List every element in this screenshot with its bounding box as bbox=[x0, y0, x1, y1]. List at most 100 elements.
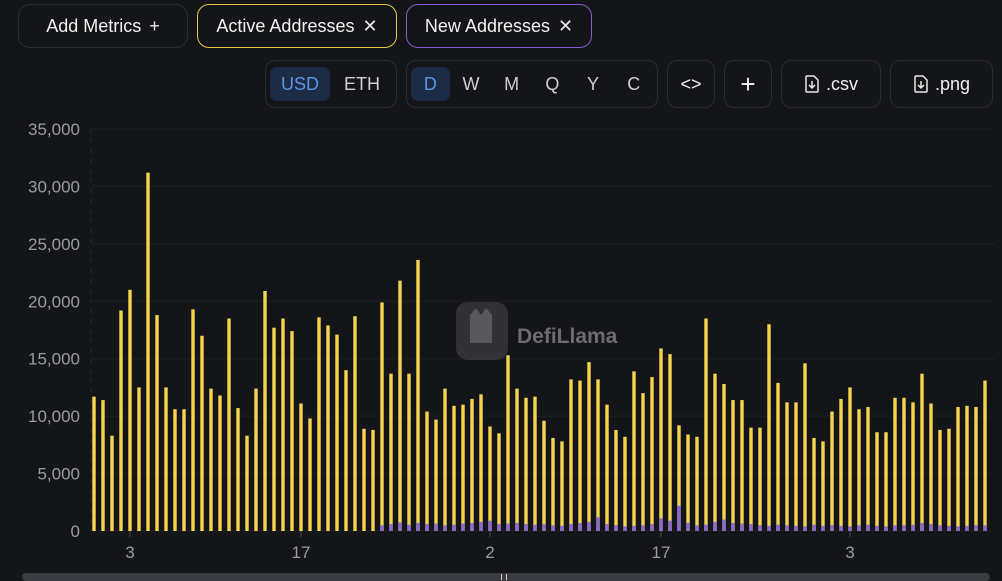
active-addresses-bar bbox=[641, 393, 645, 531]
close-icon[interactable]: ✕ bbox=[558, 17, 573, 35]
active-addresses-bar bbox=[326, 325, 330, 531]
period-c[interactable]: C bbox=[614, 67, 653, 101]
active-addresses-bar bbox=[182, 409, 186, 531]
period-d[interactable]: D bbox=[411, 67, 450, 101]
new-addresses-bar bbox=[749, 524, 753, 531]
new-addresses-bar bbox=[488, 520, 492, 531]
add-metrics-button[interactable]: Add Metrics + bbox=[18, 4, 188, 48]
active-addresses-bar bbox=[389, 373, 393, 531]
scroll-handle[interactable] bbox=[501, 574, 507, 580]
plus-icon: + bbox=[149, 16, 160, 36]
new-addresses-bar bbox=[983, 525, 987, 531]
active-addresses-bar bbox=[128, 289, 132, 531]
active-addresses-bar bbox=[470, 398, 474, 531]
active-addresses-bar bbox=[497, 433, 501, 531]
active-addresses-bar bbox=[758, 427, 762, 531]
new-addresses-bar bbox=[542, 524, 546, 531]
active-addresses-bar bbox=[398, 280, 402, 531]
new-addresses-bar bbox=[830, 525, 834, 531]
active-addresses-bar bbox=[578, 380, 582, 531]
active-addresses-bar bbox=[110, 435, 114, 531]
active-addresses-bar bbox=[218, 395, 222, 531]
active-addresses-bar bbox=[551, 437, 555, 531]
y-tick-label: 30,000 bbox=[28, 177, 80, 196]
new-addresses-bar bbox=[821, 525, 825, 531]
active-addresses-bar bbox=[767, 324, 771, 531]
active-addresses-bar bbox=[236, 408, 240, 531]
active-addresses-bar bbox=[884, 432, 888, 531]
new-addresses-bar bbox=[596, 517, 600, 531]
active-addresses-bar bbox=[875, 432, 879, 531]
new-addresses-bar bbox=[389, 524, 393, 531]
new-addresses-bar bbox=[614, 525, 618, 531]
active-addresses-bar bbox=[947, 428, 951, 531]
csv-label: .csv bbox=[825, 73, 858, 94]
embed-button[interactable]: <> bbox=[667, 60, 715, 108]
defillama-watermark: DefiLlama bbox=[456, 302, 618, 360]
new-addresses-bar bbox=[479, 521, 483, 531]
active-addresses-bar bbox=[704, 318, 708, 531]
x-tick-label: 17 bbox=[292, 543, 311, 562]
x-axis: 3172173172 bbox=[125, 531, 855, 562]
period-q[interactable]: Q bbox=[533, 67, 572, 101]
download-icon bbox=[914, 75, 928, 93]
y-tick-label: 25,000 bbox=[28, 235, 80, 254]
active-addresses-bar bbox=[272, 327, 276, 531]
currency-eth[interactable]: ETH bbox=[332, 67, 392, 101]
new-addresses-bar bbox=[857, 525, 861, 531]
active-addresses-bar bbox=[785, 402, 789, 531]
active-addresses-bar bbox=[416, 259, 420, 531]
active-addresses-bar bbox=[245, 435, 249, 531]
active-addresses-bar bbox=[524, 397, 528, 531]
period-m[interactable]: M bbox=[492, 67, 531, 101]
y-tick-label: 15,000 bbox=[28, 350, 80, 369]
active-addresses-bar bbox=[623, 436, 627, 531]
new-addresses-bar bbox=[524, 524, 528, 531]
download-csv-button[interactable]: .csv bbox=[781, 60, 881, 108]
active-addresses-bar bbox=[821, 441, 825, 531]
active-addresses-chip[interactable]: Active Addresses ✕ bbox=[197, 4, 397, 48]
period-toggle: D W M Q Y C bbox=[406, 60, 658, 108]
new-addresses-bar bbox=[461, 523, 465, 531]
active-addresses-bar bbox=[830, 411, 834, 531]
close-icon[interactable]: ✕ bbox=[362, 17, 377, 35]
active-addresses-bar bbox=[344, 370, 348, 531]
new-addresses-chip[interactable]: New Addresses ✕ bbox=[406, 4, 592, 48]
new-addresses-bar bbox=[947, 525, 951, 531]
new-addresses-bar bbox=[794, 525, 798, 531]
y-tick-label: 35,000 bbox=[28, 120, 80, 139]
period-w[interactable]: W bbox=[452, 67, 491, 101]
active-addresses-bar bbox=[281, 318, 285, 531]
new-addresses-bar bbox=[560, 525, 564, 531]
currency-usd[interactable]: USD bbox=[270, 67, 330, 101]
new-addresses-bar bbox=[731, 522, 735, 531]
active-addresses-bar bbox=[92, 396, 96, 531]
active-addresses-bar bbox=[857, 409, 861, 531]
new-addresses-bar bbox=[722, 519, 726, 531]
active-addresses-bar bbox=[920, 373, 924, 531]
period-y[interactable]: Y bbox=[574, 67, 613, 101]
new-addresses-bar bbox=[380, 525, 384, 531]
active-addresses-bar bbox=[668, 354, 672, 531]
x-tick-label: 3 bbox=[125, 543, 134, 562]
currency-toggle: USD ETH bbox=[265, 60, 397, 108]
add-chart-button[interactable]: + bbox=[724, 60, 772, 108]
active-addresses-bar bbox=[119, 310, 123, 531]
active-addresses-bar bbox=[605, 404, 609, 531]
active-addresses-bar bbox=[686, 434, 690, 531]
active-addresses-bar bbox=[722, 383, 726, 531]
active-addresses-bar bbox=[164, 387, 168, 531]
active-addresses-bar bbox=[263, 290, 267, 531]
new-addresses-bar bbox=[398, 522, 402, 531]
active-addresses-bar bbox=[506, 355, 510, 531]
x-tick-label: 2 bbox=[485, 543, 494, 562]
active-addresses-bar bbox=[335, 334, 339, 531]
x-tick-label: 17 bbox=[652, 543, 671, 562]
active-addresses-bar bbox=[380, 302, 384, 531]
active-addresses-bar bbox=[911, 402, 915, 531]
new-addresses-bar bbox=[695, 525, 699, 531]
new-addresses-bar bbox=[470, 522, 474, 531]
download-png-button[interactable]: .png bbox=[890, 60, 993, 108]
active-addresses-bar bbox=[488, 426, 492, 531]
new-addresses-bar bbox=[767, 525, 771, 531]
